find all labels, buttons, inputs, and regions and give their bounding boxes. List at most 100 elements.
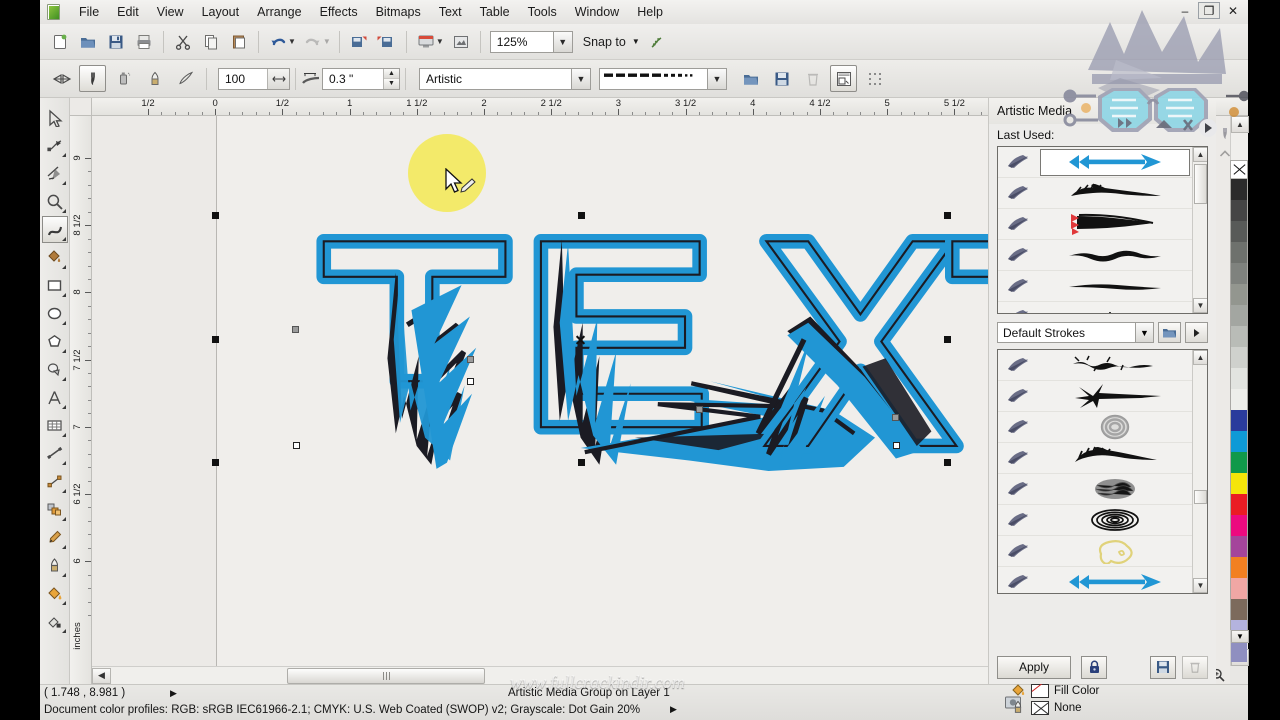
selection-handle-nw[interactable] bbox=[212, 212, 219, 219]
basic-shapes-tool[interactable] bbox=[42, 356, 68, 383]
save-document-button[interactable] bbox=[103, 29, 129, 55]
selection-handle-s[interactable] bbox=[578, 459, 585, 466]
color-swatch[interactable] bbox=[1231, 263, 1247, 284]
color-swatch[interactable] bbox=[1231, 284, 1247, 305]
scroll-down-button[interactable]: ▼ bbox=[1193, 298, 1208, 313]
stroke-list-item[interactable] bbox=[998, 412, 1192, 443]
color-swatch[interactable] bbox=[1231, 389, 1247, 410]
selection-handle-w[interactable] bbox=[212, 336, 219, 343]
scroll-up-button[interactable]: ▲ bbox=[1193, 350, 1208, 365]
flyout-arrow-icon[interactable] bbox=[62, 433, 66, 437]
snap-to-icon[interactable] bbox=[644, 29, 670, 55]
stroke-list-item[interactable] bbox=[998, 381, 1192, 412]
color-swatch[interactable] bbox=[1231, 515, 1247, 536]
stroke-list-item[interactable] bbox=[998, 505, 1192, 536]
color-swatch[interactable] bbox=[1231, 536, 1247, 557]
path-node[interactable] bbox=[467, 378, 474, 385]
menu-item-tools[interactable]: Tools bbox=[519, 2, 566, 22]
fill-color-row[interactable]: Fill Color bbox=[1010, 682, 1210, 699]
brush-mode-button[interactable] bbox=[79, 65, 106, 92]
stroke-list-item[interactable] bbox=[998, 474, 1192, 505]
path-node[interactable] bbox=[892, 414, 899, 421]
path-node[interactable] bbox=[467, 356, 474, 363]
snap-to-control[interactable]: Snap to ▼ bbox=[583, 35, 640, 49]
flyout-arrow-icon[interactable] bbox=[62, 489, 66, 493]
docker-brush-icon[interactable] bbox=[1216, 124, 1234, 144]
selection-handle-e[interactable] bbox=[944, 336, 951, 343]
chevron-down-icon[interactable]: ▼ bbox=[1135, 323, 1153, 342]
save-stroke-button[interactable] bbox=[768, 65, 795, 92]
redo-dropdown-caret[interactable]: ▼ bbox=[323, 37, 331, 46]
stroke-list-item[interactable] bbox=[998, 178, 1192, 209]
print-button[interactable] bbox=[131, 29, 157, 55]
color-swatch[interactable] bbox=[1231, 410, 1247, 431]
color-swatch[interactable] bbox=[1231, 179, 1247, 200]
menu-item-layout[interactable]: Layout bbox=[193, 2, 249, 22]
freehand-smoothing-field[interactable] bbox=[218, 68, 290, 90]
fill-tool[interactable] bbox=[42, 580, 68, 607]
menu-item-bitmaps[interactable]: Bitmaps bbox=[367, 2, 430, 22]
color-swatch[interactable] bbox=[1231, 221, 1247, 242]
outline-none-swatch[interactable] bbox=[1031, 701, 1049, 715]
open-document-button[interactable] bbox=[75, 29, 101, 55]
selection-handle-n[interactable] bbox=[578, 212, 585, 219]
flyout-arrow-icon[interactable] bbox=[62, 461, 66, 465]
menu-item-help[interactable]: Help bbox=[628, 2, 672, 22]
color-swatch[interactable] bbox=[1231, 326, 1247, 347]
flyout-arrow-icon[interactable] bbox=[62, 321, 66, 325]
rectangle-tool[interactable] bbox=[42, 272, 68, 299]
flyout-arrow-icon[interactable] bbox=[62, 573, 66, 577]
path-node[interactable] bbox=[893, 442, 900, 449]
path-node[interactable] bbox=[293, 442, 300, 449]
flyout-arrow-icon[interactable] bbox=[62, 153, 66, 157]
lock-button[interactable] bbox=[1081, 656, 1107, 679]
chevron-down-icon[interactable]: ▼ bbox=[571, 69, 590, 89]
stroke-list-item[interactable] bbox=[998, 567, 1192, 594]
smoothing-icon[interactable] bbox=[267, 69, 289, 89]
flyout-arrow-icon[interactable] bbox=[62, 237, 66, 241]
flyout-arrow-icon[interactable] bbox=[62, 517, 66, 521]
color-swatch[interactable] bbox=[1231, 557, 1247, 578]
pick-tool[interactable] bbox=[42, 104, 68, 131]
smoothing-input[interactable] bbox=[219, 69, 267, 89]
spinner-down-icon[interactable]: ▼ bbox=[384, 79, 399, 89]
no-color-swatch[interactable] bbox=[1231, 161, 1247, 179]
stroke-list-item[interactable] bbox=[998, 271, 1192, 302]
interactive-fill-tool[interactable] bbox=[42, 608, 68, 635]
browse-folder-button[interactable] bbox=[1158, 322, 1181, 343]
blend-tool[interactable] bbox=[42, 496, 68, 523]
fill-none-swatch[interactable] bbox=[1031, 684, 1049, 698]
brush-category-combo[interactable]: Artistic ▼ bbox=[419, 68, 591, 90]
color-swatch[interactable] bbox=[1231, 599, 1247, 620]
color-swatch[interactable] bbox=[1231, 641, 1247, 662]
import-button[interactable] bbox=[346, 29, 372, 55]
stroke-list-item[interactable] bbox=[998, 350, 1192, 381]
flyout-arrow-icon[interactable] bbox=[62, 377, 66, 381]
color-swatch[interactable] bbox=[1231, 473, 1247, 494]
launcher-dropdown-caret[interactable]: ▼ bbox=[436, 37, 444, 46]
category-next-button[interactable] bbox=[1185, 322, 1208, 343]
paste-button[interactable] bbox=[226, 29, 252, 55]
scroll-thumb[interactable] bbox=[1194, 164, 1207, 204]
flyout-arrow-icon[interactable] bbox=[62, 601, 66, 605]
outline-tool[interactable] bbox=[42, 552, 68, 579]
vertical-ruler[interactable]: 98 1/287 1/276 1/26inches bbox=[70, 116, 92, 684]
options-button[interactable] bbox=[448, 29, 474, 55]
restore-button[interactable]: ❐ bbox=[1198, 2, 1220, 19]
close-button[interactable]: ✕ bbox=[1222, 2, 1244, 19]
sprayer-mode-button[interactable] bbox=[110, 65, 137, 92]
export-button[interactable] bbox=[374, 29, 400, 55]
flyout-arrow-icon[interactable] bbox=[62, 209, 66, 213]
delete-stroke-button[interactable] bbox=[799, 65, 826, 92]
menu-item-text[interactable]: Text bbox=[430, 2, 471, 22]
flyout-arrow-icon[interactable] bbox=[62, 349, 66, 353]
stroke-category-combo[interactable]: Default Strokes ▼ bbox=[997, 322, 1154, 343]
stroke-list-item[interactable] bbox=[998, 209, 1192, 240]
flyout-arrow-icon[interactable] bbox=[62, 181, 66, 185]
new-document-button[interactable] bbox=[47, 29, 73, 55]
text-tool[interactable] bbox=[42, 384, 68, 411]
stroke-width-input[interactable] bbox=[323, 69, 383, 89]
scroll-up-button[interactable]: ▲ bbox=[1193, 147, 1208, 162]
color-eyedropper-tool[interactable] bbox=[42, 524, 68, 551]
outline-color-row[interactable]: None bbox=[1010, 699, 1210, 716]
